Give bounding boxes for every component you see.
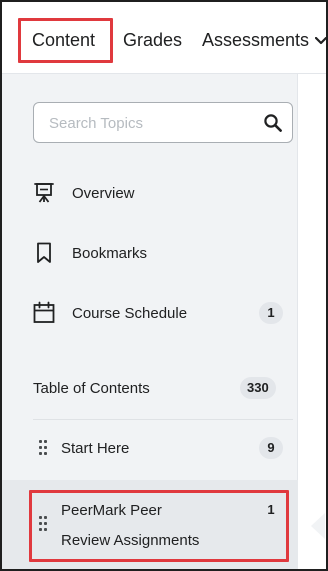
table-of-contents-link[interactable]: Table of Contents: [33, 380, 150, 397]
count-badge: 1: [259, 302, 283, 324]
module-start-here[interactable]: Start Here 9: [2, 428, 298, 468]
sidebar-item-label: Course Schedule: [72, 305, 188, 322]
active-pointer-arrow: [311, 513, 325, 539]
content-window: Content Grades Assessments Search Topics…: [0, 0, 328, 571]
calendar-icon: [33, 301, 55, 323]
count-badge: 9: [259, 437, 283, 459]
tab-assessments[interactable]: Assessments: [202, 29, 326, 51]
content-tab-highlight: [18, 18, 113, 63]
top-navigation: Content Grades Assessments: [2, 2, 326, 74]
sidebar-item-overview[interactable]: Overview: [2, 173, 298, 213]
content-main-edge: [298, 74, 326, 569]
drag-handle-icon[interactable]: [39, 440, 47, 456]
sidebar-item-label: Bookmarks: [72, 245, 148, 262]
search-placeholder: Search Topics: [49, 115, 143, 132]
divider: [33, 419, 293, 420]
search-topics-field[interactable]: Search Topics: [33, 102, 293, 143]
tab-grades[interactable]: Grades: [123, 30, 182, 51]
bookmark-icon: [37, 242, 51, 263]
search-icon[interactable]: [263, 113, 283, 133]
active-module-highlight: [29, 490, 289, 562]
count-badge: 330: [240, 377, 276, 399]
tab-assessments-label: Assessments: [202, 30, 310, 50]
sidebar-item-course-schedule[interactable]: Course Schedule 1: [2, 293, 298, 333]
chevron-down-icon: [314, 29, 326, 50]
module-label: Start Here: [61, 440, 130, 457]
sidebar-item-bookmarks[interactable]: Bookmarks: [2, 233, 298, 273]
sidebar-item-label: Overview: [72, 185, 135, 202]
presentation-icon: [34, 183, 54, 203]
